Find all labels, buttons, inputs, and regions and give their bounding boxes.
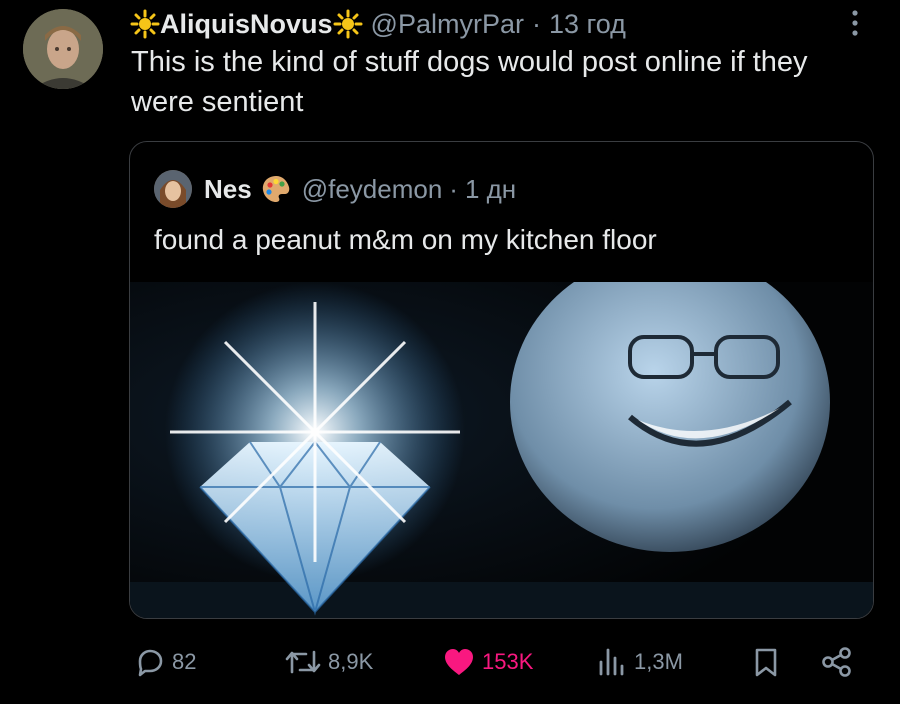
views-icon (599, 648, 624, 676)
post-time[interactable]: 13 год (549, 9, 626, 40)
bookmark-button[interactable] (752, 636, 780, 688)
reply-button[interactable]: 82 (134, 636, 196, 688)
heart-icon (445, 649, 473, 675)
separator-dot: · (531, 8, 541, 39)
quoted-author-avatar-image (154, 170, 192, 208)
author-handle[interactable]: @PalmyrPar (371, 9, 524, 40)
author-avatar-image (23, 9, 103, 89)
post-text: This is the kind of stuff dogs would pos… (131, 46, 808, 118)
quoted-post[interactable]: Nes @feydemon · 1 дн found a peanut m&m … (129, 141, 874, 619)
artist-palette-emoji-icon (262, 176, 289, 202)
bookmark-icon (755, 648, 777, 677)
quoted-text: found a peanut m&m on my kitchen floor (154, 224, 657, 255)
author-avatar[interactable] (23, 9, 103, 89)
like-count: 153K (482, 649, 534, 674)
repost-count: 8,9K (328, 649, 374, 674)
reply-icon (138, 649, 163, 677)
repost-button[interactable]: 8,9K (284, 636, 373, 688)
post-header: AliquisNovus @PalmyrPar · 13 год (130, 6, 626, 42)
quoted-author-avatar (154, 170, 192, 208)
reply-count: 82 (172, 649, 197, 674)
repost-icon (285, 650, 321, 674)
author-display-name[interactable]: AliquisNovus (160, 9, 333, 40)
sun-emoji-icon (130, 9, 160, 39)
share-icon (822, 647, 851, 677)
quoted-post-header: Nes @feydemon · 1 дн (154, 170, 516, 208)
like-button[interactable]: 153K (442, 636, 533, 688)
sun-emoji-icon (333, 9, 363, 39)
views-count: 1,3M (634, 649, 683, 674)
separator-dot: · (449, 173, 458, 204)
share-button[interactable] (820, 636, 854, 688)
action-bar: 82 8,9K 153K 1,3M (0, 636, 900, 688)
quoted-handle[interactable]: @feydemon (302, 174, 443, 205)
more-vertical-icon[interactable] (847, 8, 863, 38)
quoted-time[interactable]: 1 дн (465, 174, 516, 205)
quoted-media-image[interactable] (130, 282, 873, 618)
quoted-display-name[interactable]: Nes (204, 174, 252, 205)
views-button[interactable]: 1,3M (596, 636, 683, 688)
